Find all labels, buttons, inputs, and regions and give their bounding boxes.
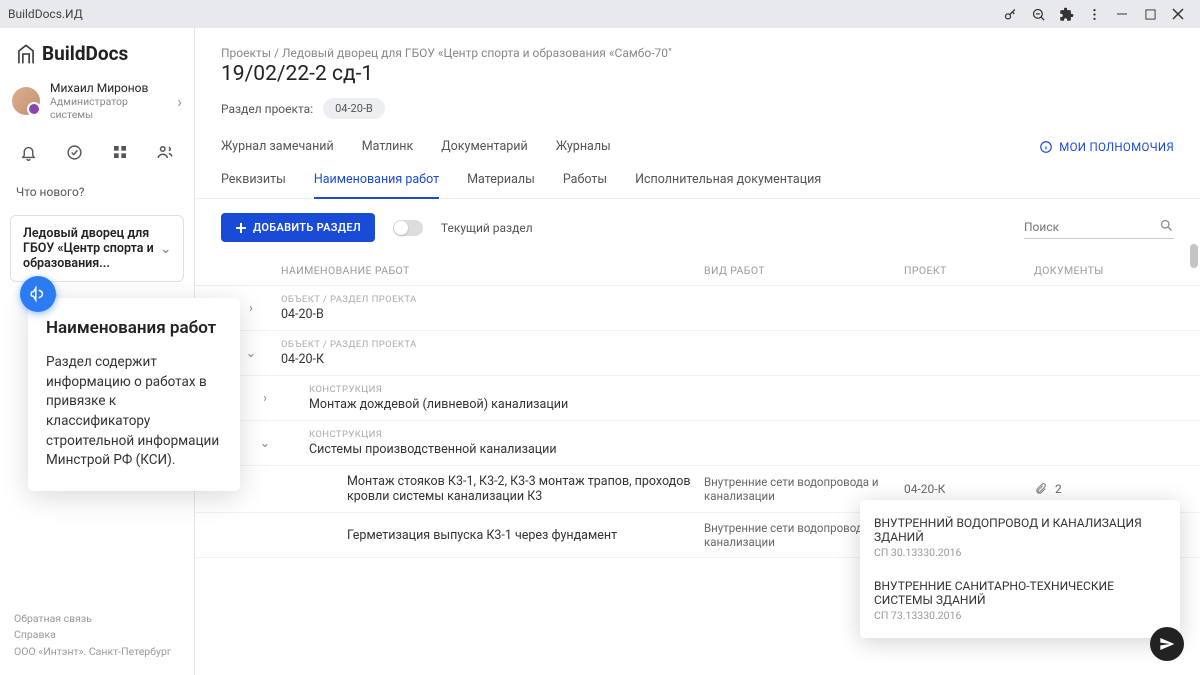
key-icon[interactable] [996, 0, 1024, 28]
extension-icon[interactable] [1052, 0, 1080, 28]
table-row[interactable]: ⌄ОБЪЕКТ / РАЗДЕЛ ПРОЕКТА04-20-К [195, 331, 1200, 376]
sidebar-footer: Обратная связь Справка ООО «Интэнт». Сан… [0, 601, 194, 675]
maximize-icon[interactable] [1136, 0, 1164, 28]
popover-item[interactable]: ВНУТРЕННИЙ ВОДОПРОВОД И КАНАЛИЗАЦИЯ ЗДАН… [860, 506, 1180, 569]
chevron-right-icon: › [177, 92, 182, 111]
tab-exec-docs[interactable]: Исполнительная документация [635, 166, 821, 198]
breadcrumb[interactable]: Проекты / Ледовый дворец для ГБОУ «Центр… [195, 28, 1200, 62]
plus-icon [235, 222, 247, 234]
chevron-right-icon[interactable]: › [263, 391, 267, 406]
search-input[interactable] [1024, 216, 1174, 239]
tab-work-names[interactable]: Наименования работ [314, 166, 439, 199]
avatar [12, 87, 40, 115]
help-link[interactable]: Справка [14, 627, 180, 644]
tab-journals[interactable]: Журналы [556, 133, 611, 160]
docs-popover: ВНУТРЕННИЙ ВОДОПРОВОД И КАНАЛИЗАЦИЯ ЗДАН… [860, 500, 1180, 638]
col-project: ПРОЕКТ [904, 264, 1034, 277]
company-label: ООО «Интэнт». Санкт-Петербург [14, 644, 180, 661]
zoom-icon[interactable] [1024, 0, 1052, 28]
toggle-label: Текущий раздел [441, 221, 533, 235]
table-header: НАИМЕНОВАНИЕ РАБОТ ВИД РАБОТ ПРОЕКТ ДОКУ… [195, 256, 1200, 286]
send-fab[interactable] [1150, 627, 1184, 661]
whats-new-link[interactable]: Что нового? [0, 177, 194, 207]
grid-icon[interactable] [109, 141, 131, 163]
tab-requisites[interactable]: Реквизиты [221, 166, 286, 198]
help-card: Наименования работ Раздел содержит инфор… [28, 298, 240, 491]
scrollbar-thumb[interactable] [1190, 244, 1198, 268]
table-row[interactable]: ›КОНСТРУКЦИЯМонтаж дождевой (ливневой) к… [195, 376, 1200, 421]
col-name: НАИМЕНОВАНИЕ РАБОТ [281, 264, 704, 277]
tab-remarks[interactable]: Журнал замечаний [221, 133, 334, 160]
people-icon[interactable] [154, 141, 176, 163]
section-chip[interactable]: 04-20-B [323, 98, 385, 119]
authority-link[interactable]: МОИ ПОЛНОМОЧИЯ [1039, 140, 1174, 154]
attachment-icon [1034, 482, 1047, 496]
tab-documentary[interactable]: Документарий [441, 133, 527, 160]
current-section-toggle[interactable] [393, 220, 423, 236]
tab-matlink[interactable]: Матлинк [362, 133, 414, 160]
work-name: Герметизация выпуска К3-1 через фундамен… [347, 528, 704, 543]
feedback-link[interactable]: Обратная связь [14, 611, 180, 628]
table-row[interactable]: ›ОБЪЕКТ / РАЗДЕЛ ПРОЕКТА04-20-B [195, 286, 1200, 331]
titlebar: BuildDocs.ИД [0, 0, 1200, 28]
secondary-tabs: Реквизиты Наименования работ Материалы Р… [195, 160, 1200, 199]
search-icon[interactable] [1159, 218, 1174, 237]
help-body: Раздел содержит информацию о работах в п… [46, 353, 222, 470]
chevron-down-icon: ⌄ [161, 241, 171, 257]
col-docs: ДОКУМЕНТЫ [1034, 264, 1154, 277]
table-row[interactable]: ⌄КОНСТРУКЦИЯСистемы производственной кан… [195, 421, 1200, 466]
info-icon [1039, 140, 1053, 154]
tab-materials[interactable]: Материалы [467, 166, 535, 198]
megaphone-icon[interactable] [20, 276, 56, 312]
window-title: BuildDocs.ИД [8, 7, 83, 21]
project-card[interactable]: Ледовый дворец для ГБОУ «Центр спорта и … [10, 215, 184, 282]
page-title: 19/02/22-2 сд-1 [195, 62, 1200, 98]
logo: BuildDocs [0, 28, 194, 75]
chevron-right-icon[interactable]: › [249, 301, 253, 316]
work-name: Системы производственной канализации [309, 442, 704, 457]
minimize-icon[interactable] [1108, 0, 1136, 28]
work-name: 04-20-B [281, 307, 704, 322]
work-name: Монтаж стояков К3-1, К3-2, К3-3 монтаж т… [347, 474, 704, 504]
close-icon[interactable] [1164, 0, 1192, 28]
col-kind: ВИД РАБОТ [704, 264, 904, 277]
user-name: Михаил Миронов [50, 81, 167, 95]
user-role: Администратор системы [50, 95, 167, 121]
tab-works[interactable]: Работы [563, 166, 607, 198]
add-section-button[interactable]: ДОБАВИТЬ РАЗДЕЛ [221, 213, 375, 242]
bell-icon[interactable] [18, 141, 40, 163]
help-title: Наименования работ [46, 318, 222, 339]
user-menu[interactable]: Михаил Миронов Администратор системы › [0, 75, 194, 127]
popover-item[interactable]: ВНУТРЕННИЕ САНИТАРНО-ТЕХНИЧЕСКИЕ СИСТЕМЫ… [860, 569, 1180, 632]
section-label: Раздел проекта: [221, 102, 313, 116]
primary-tabs: Журнал замечаний Матлинк Документарий Жу… [195, 133, 1200, 160]
chevron-down-icon[interactable]: ⌄ [260, 435, 270, 451]
check-circle-icon[interactable] [63, 141, 85, 163]
more-icon[interactable] [1080, 0, 1108, 28]
chevron-down-icon[interactable]: ⌄ [246, 345, 256, 361]
work-name: Монтаж дождевой (ливневой) канализации [309, 397, 704, 412]
work-name: 04-20-К [281, 352, 704, 367]
